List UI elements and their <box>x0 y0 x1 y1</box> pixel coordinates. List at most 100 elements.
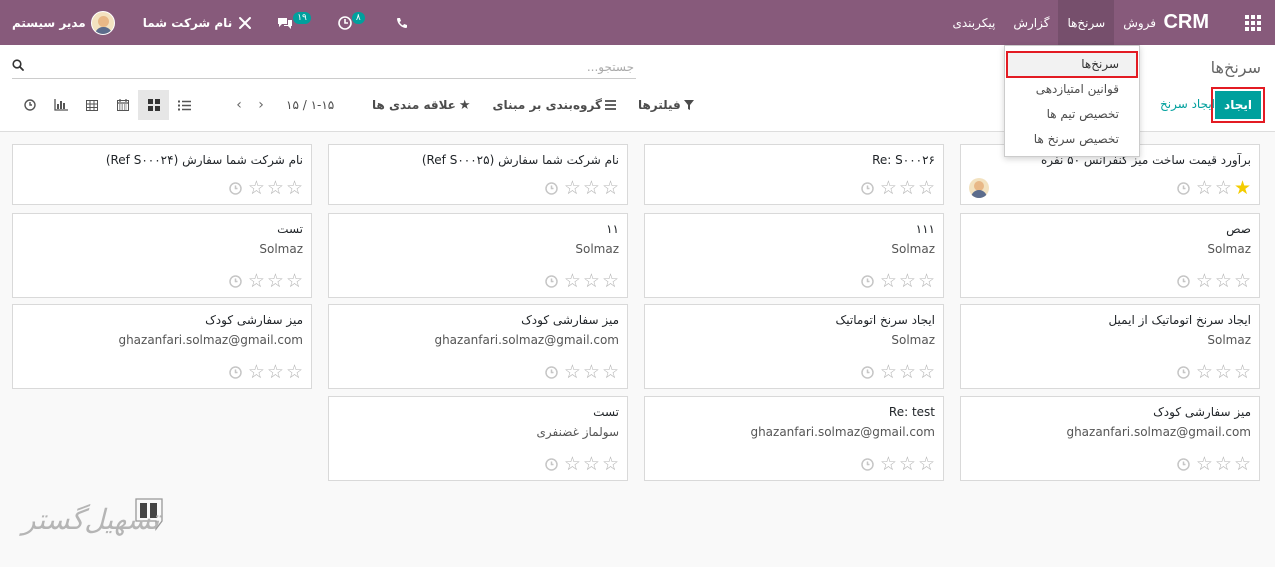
activity-clock-icon[interactable] <box>861 457 874 471</box>
priority-star-icon[interactable]: ☆ <box>1196 454 1213 474</box>
priority-star-icon[interactable]: ☆ <box>1234 362 1251 382</box>
lead-card[interactable]: Re: S۰۰۰۲۶ ☆ ☆ ☆ <box>644 144 944 205</box>
lead-card[interactable]: ایجاد سرنخ اتوماتیک Solmaz ☆ ☆ ☆ <box>644 304 944 389</box>
menu-sales[interactable]: فروش <box>1114 0 1165 45</box>
dropdown-item-team-assignment[interactable]: تخصیص تیم ها <box>1005 102 1139 127</box>
activity-clock-icon[interactable] <box>545 274 558 288</box>
priority-star-icon[interactable]: ☆ <box>880 362 897 382</box>
lead-card[interactable]: ۱۱ Solmaz ☆ ☆ ☆ <box>328 213 628 298</box>
priority-star-icon[interactable]: ☆ <box>583 178 600 198</box>
priority-star-icon[interactable]: ☆ <box>899 454 916 474</box>
lead-card[interactable]: نام شرکت شما سفارش (Ref S۰۰۰۲۵) ☆ ☆ ☆ <box>328 144 628 205</box>
lead-card[interactable]: تست Solmaz ☆ ☆ ☆ <box>12 213 312 298</box>
priority-star-icon[interactable]: ☆ <box>583 454 600 474</box>
dropdown-item-scoring-rules[interactable]: قوانین امتیازدهی <box>1005 77 1139 102</box>
priority-star-icon[interactable]: ☆ <box>880 178 897 198</box>
priority-star-icon[interactable]: ☆ <box>248 271 265 291</box>
lead-card[interactable]: Re: test ghazanfari.solmaz@gmail.com ☆ ☆ ☆ <box>644 396 944 481</box>
activity-clock-icon[interactable] <box>545 365 558 379</box>
priority-star-icon[interactable]: ☆ <box>286 362 303 382</box>
lead-card[interactable]: ایجاد سرنخ اتوماتیک از ایمیل Solmaz ☆ ☆ ☆ <box>960 304 1260 389</box>
search-input[interactable] <box>32 57 634 77</box>
priority-star-icon[interactable]: ☆ <box>918 454 935 474</box>
priority-star-icon[interactable]: ☆ <box>918 178 935 198</box>
priority-star-icon[interactable]: ☆ <box>1234 454 1251 474</box>
apps-menu-icon[interactable] <box>1231 0 1275 45</box>
priority-star-icon[interactable]: ☆ <box>602 454 619 474</box>
filters-toggle[interactable]: فیلترها <box>638 98 694 112</box>
priority-star-icon[interactable]: ☆ <box>583 362 600 382</box>
phone-button[interactable] <box>370 0 417 45</box>
priority-star-icon[interactable]: ☆ <box>564 454 581 474</box>
activity-clock-icon[interactable] <box>861 274 874 288</box>
activity-clock-icon[interactable] <box>229 181 242 195</box>
activity-clock-icon[interactable] <box>229 274 242 288</box>
user-menu[interactable]: مدیر سیستم <box>0 0 123 45</box>
priority-star-icon[interactable]: ☆ <box>1215 271 1232 291</box>
priority-star-icon[interactable]: ★ <box>1234 178 1251 198</box>
lead-card[interactable]: میز سفارشی کودک ghazanfari.solmaz@gmail.c… <box>328 304 628 389</box>
priority-star-icon[interactable]: ☆ <box>918 271 935 291</box>
kanban-view-button[interactable] <box>138 90 169 120</box>
activity-clock-icon[interactable] <box>861 181 874 195</box>
priority-star-icon[interactable]: ☆ <box>918 362 935 382</box>
company-switcher[interactable]: نام شرکت شما <box>123 0 261 45</box>
activity-clock-icon[interactable] <box>1177 457 1190 471</box>
priority-star-icon[interactable]: ☆ <box>602 271 619 291</box>
priority-star-icon[interactable]: ☆ <box>1215 178 1232 198</box>
priority-star-icon[interactable]: ☆ <box>602 362 619 382</box>
activity-clock-icon[interactable] <box>1177 274 1190 288</box>
priority-star-icon[interactable]: ☆ <box>267 362 284 382</box>
menu-leads[interactable]: سرنخ‌ها <box>1058 0 1115 45</box>
generate-leads-button[interactable]: ایجاد سرنخ <box>1140 97 1215 111</box>
list-view-button[interactable] <box>169 90 200 120</box>
pager-next-icon[interactable]: › <box>250 97 272 113</box>
pivot-view-button[interactable] <box>76 90 107 120</box>
groupby-toggle[interactable]: گروه‌بندی بر مبنای <box>493 98 616 112</box>
priority-star-icon[interactable]: ☆ <box>564 178 581 198</box>
priority-star-icon[interactable]: ☆ <box>1215 454 1232 474</box>
priority-star-icon[interactable]: ☆ <box>1196 271 1213 291</box>
lead-card[interactable]: میز سفارشی کودک ghazanfari.solmaz@gmail.c… <box>12 304 312 389</box>
lead-card[interactable]: نام شرکت شما سفارش (Ref S۰۰۰۲۴) ☆ ☆ ☆ <box>12 144 312 205</box>
menu-configuration[interactable]: پیکربندی <box>943 0 1004 45</box>
activity-view-button[interactable] <box>14 90 45 120</box>
lead-card[interactable]: صص Solmaz ☆ ☆ ☆ <box>960 213 1260 298</box>
lead-card[interactable]: میز سفارشی کودک ghazanfari.solmaz@gmail.c… <box>960 396 1260 481</box>
priority-star-icon[interactable]: ☆ <box>1196 362 1213 382</box>
dropdown-item-leads[interactable]: سرنخ‌ها <box>1006 51 1138 78</box>
priority-star-icon[interactable]: ☆ <box>248 178 265 198</box>
priority-star-icon[interactable]: ☆ <box>899 178 916 198</box>
priority-star-icon[interactable]: ☆ <box>602 178 619 198</box>
priority-star-icon[interactable]: ☆ <box>248 362 265 382</box>
activity-clock-icon[interactable] <box>545 181 558 195</box>
priority-star-icon[interactable]: ☆ <box>1215 362 1232 382</box>
activities-button[interactable]: ۸ <box>316 0 370 45</box>
graph-view-button[interactable] <box>45 90 76 120</box>
priority-star-icon[interactable]: ☆ <box>899 362 916 382</box>
calendar-view-button[interactable] <box>107 90 138 120</box>
priority-star-icon[interactable]: ☆ <box>564 362 581 382</box>
priority-star-icon[interactable]: ☆ <box>267 271 284 291</box>
priority-star-icon[interactable]: ☆ <box>583 271 600 291</box>
menu-reporting[interactable]: گزارش <box>1004 0 1058 45</box>
priority-star-icon[interactable]: ☆ <box>880 271 897 291</box>
lead-card[interactable]: ۱۱۱ Solmaz ☆ ☆ ☆ <box>644 213 944 298</box>
search-icon[interactable] <box>12 59 24 71</box>
priority-star-icon[interactable]: ☆ <box>1196 178 1213 198</box>
messages-button[interactable]: ۱۹ <box>261 0 316 45</box>
activity-clock-icon[interactable] <box>1177 181 1190 195</box>
create-button[interactable]: ایجاد <box>1211 87 1265 123</box>
priority-star-icon[interactable]: ☆ <box>267 178 284 198</box>
priority-star-icon[interactable]: ☆ <box>880 454 897 474</box>
activity-clock-icon[interactable] <box>1177 365 1190 379</box>
pager-previous-icon[interactable]: ‹ <box>228 97 250 113</box>
favorites-toggle[interactable]: ★ علاقه مندی ها <box>372 98 471 113</box>
priority-star-icon[interactable]: ☆ <box>286 178 303 198</box>
priority-star-icon[interactable]: ☆ <box>899 271 916 291</box>
priority-star-icon[interactable]: ☆ <box>286 271 303 291</box>
priority-star-icon[interactable]: ☆ <box>1234 271 1251 291</box>
dropdown-item-lead-assignment[interactable]: تخصیص سرنخ ها <box>1005 127 1139 152</box>
pager-range[interactable]: ۱-۱۵ / ۱۵ <box>286 98 334 112</box>
activity-clock-icon[interactable] <box>545 457 558 471</box>
